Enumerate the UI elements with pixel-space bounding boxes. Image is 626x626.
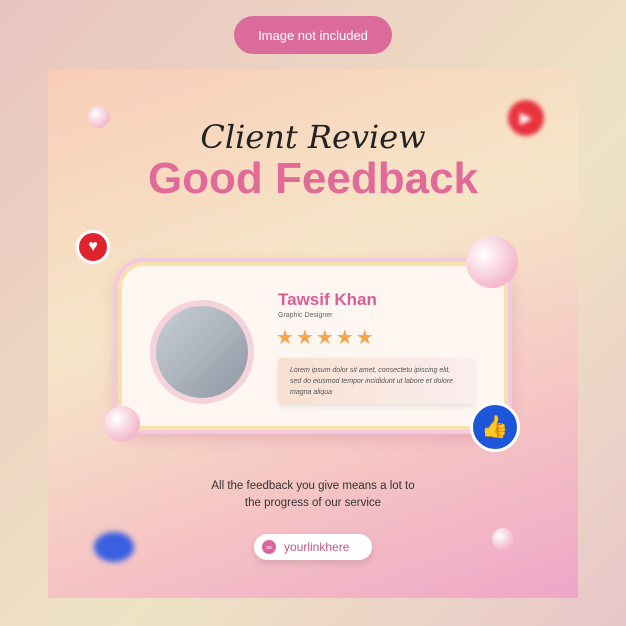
decor-ball <box>492 528 514 550</box>
thumbs-up-icon: 👍 <box>470 402 520 452</box>
reviewer-name: Tawsif Khan <box>278 290 377 309</box>
tagline-line-1: All the feedback you give means a lot to <box>211 480 415 492</box>
link-text: yourlinkhere <box>284 540 350 554</box>
link-pill[interactable]: ∞ yourlinkhere <box>254 534 372 560</box>
decor-ball <box>466 236 518 288</box>
star-rating: ★★★★★ <box>276 327 376 349</box>
heart-icon: ♥ <box>76 230 110 264</box>
review-text: Lorem ipsum dolor sit amet, consectetu i… <box>278 358 474 404</box>
decor-ball <box>104 406 140 442</box>
review-card: Tawsif Khan Graphic Designer ★★★★★ Lorem… <box>114 258 512 434</box>
avatar <box>150 300 254 404</box>
poster: ▶ Client Review Good Feedback ♥ Tawsif K… <box>48 70 578 598</box>
reviewer-role: Graphic Designer <box>278 312 333 319</box>
tagline: All the feedback you give means a lot to… <box>48 478 578 512</box>
blurred-icon <box>94 532 134 562</box>
tagline-line-2: the progress of our service <box>244 497 382 509</box>
link-icon: ∞ <box>262 540 276 554</box>
page-title: Good Feedback <box>147 154 479 203</box>
script-title: Client Review <box>200 118 426 156</box>
image-not-included-banner: Image not included <box>234 16 392 54</box>
